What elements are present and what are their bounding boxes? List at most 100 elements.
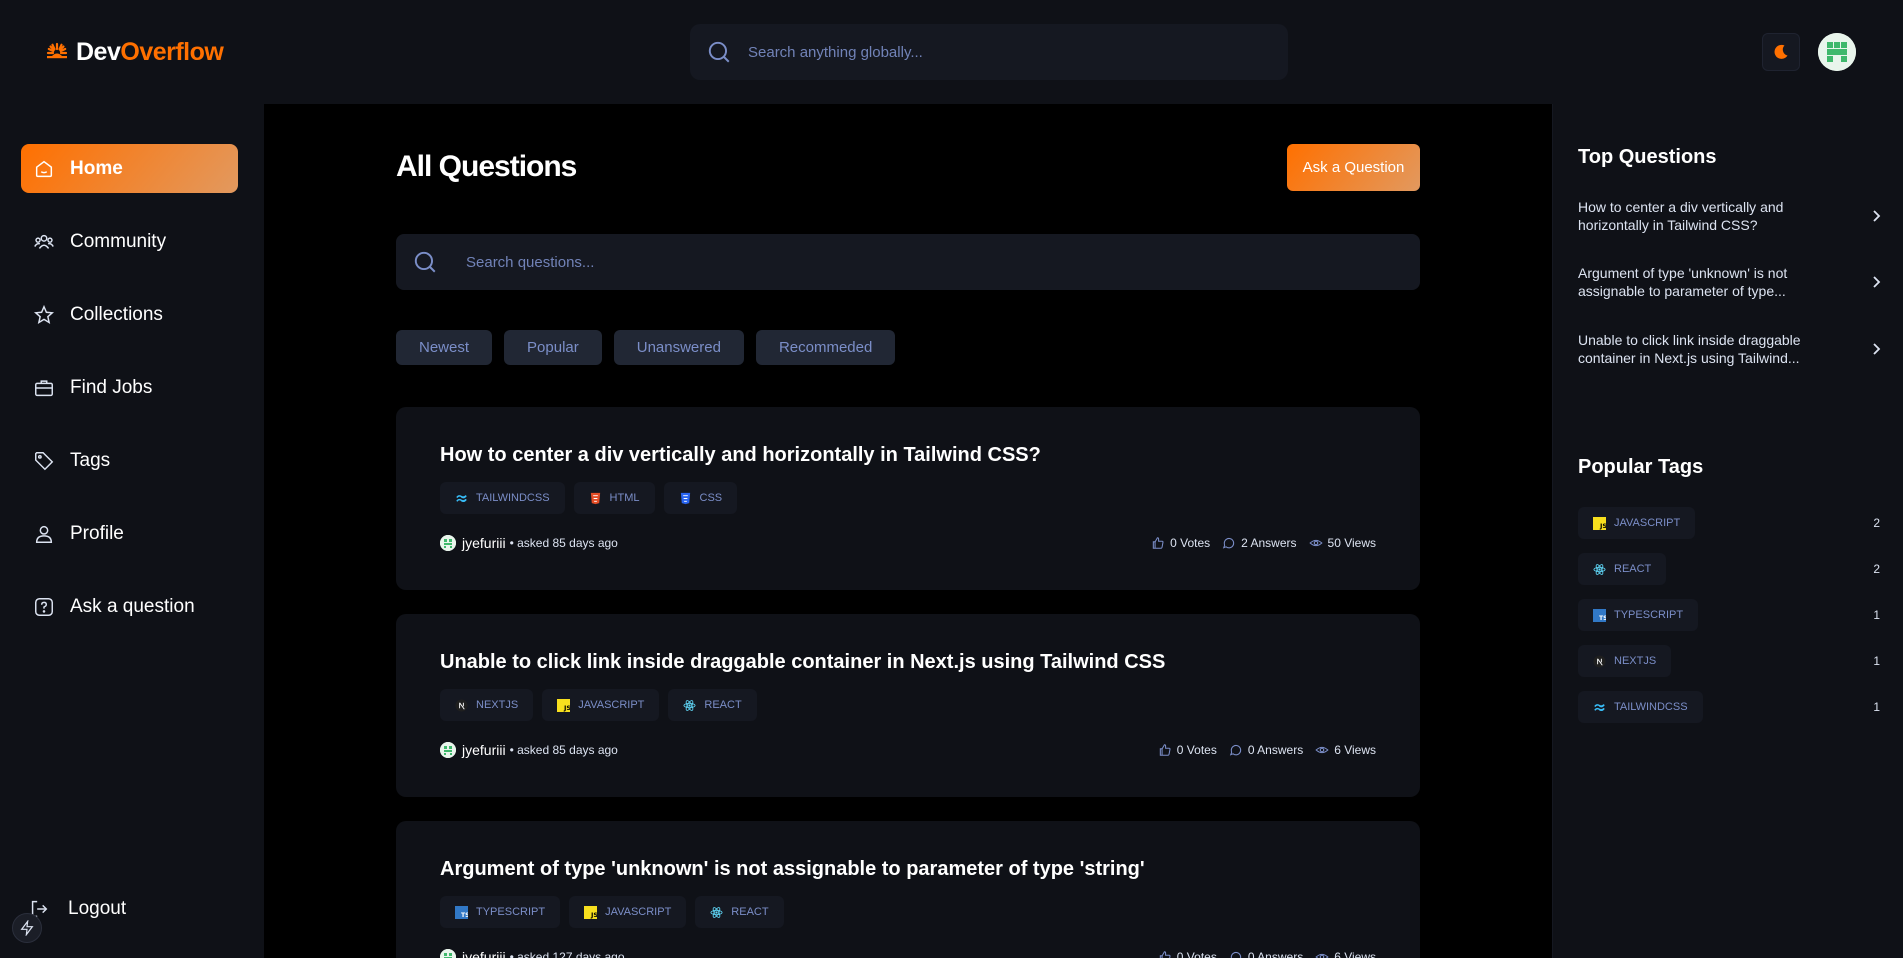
sidebar-item-home[interactable]: Home	[21, 144, 238, 193]
user-avatar[interactable]	[1818, 33, 1856, 71]
chevron-right-icon	[1873, 276, 1881, 288]
asked-time: • asked 127 days ago	[509, 950, 625, 958]
top-question-item[interactable]: Argument of type 'unknown' is not assign…	[1578, 264, 1884, 300]
question-author-meta: jyefuriii • asked 85 days ago	[440, 742, 618, 758]
ask-question-button[interactable]: Ask a Question	[1287, 144, 1420, 191]
tag-count: 1	[1873, 700, 1880, 714]
tag-chip[interactable]: REACT	[1578, 553, 1667, 585]
question-tags: NEXTJS JS JAVASCRIPT REACT	[440, 689, 757, 721]
typescript-icon: TS	[1593, 608, 1606, 622]
tag-chip[interactable]: CSS	[663, 482, 738, 514]
tag-chip[interactable]: HTML	[573, 482, 655, 514]
top-question-text: How to center a div vertically and horiz…	[1578, 199, 1784, 233]
top-question-text: Argument of type 'unknown' is not assign…	[1578, 265, 1788, 299]
search-icon	[414, 251, 436, 273]
question-search-bar[interactable]	[396, 234, 1420, 290]
filter-recommended[interactable]: Recommeded	[755, 330, 896, 365]
tag-label: REACT	[704, 699, 742, 711]
question-search-input[interactable]	[466, 253, 1286, 271]
sidebar-item-label: Ask a question	[70, 595, 195, 617]
tag-label: TYPESCRIPT	[1614, 609, 1684, 621]
filter-newest[interactable]: Newest	[396, 330, 493, 365]
tag-label: TYPESCRIPT	[476, 906, 546, 918]
asked-time: • asked 85 days ago	[509, 743, 618, 757]
question-author-meta: jyefuriii • asked 85 days ago	[440, 535, 618, 551]
views-stat: 6 Views	[1315, 950, 1376, 958]
svg-text:JS: JS	[1599, 522, 1606, 530]
answers-count: 2 Answers	[1241, 536, 1297, 550]
author-avatar[interactable]	[440, 742, 456, 758]
nextjs-icon	[455, 698, 468, 712]
logout-button[interactable]: Logout	[28, 898, 126, 920]
sidebar-item-ask-question[interactable]: Ask a question	[21, 582, 238, 631]
global-search-bar[interactable]	[690, 24, 1288, 80]
tag-label: HTML	[609, 492, 640, 504]
tag-chip[interactable]: TAILWINDCSS	[440, 482, 565, 514]
question-title[interactable]: Unable to click link inside draggable co…	[440, 651, 1165, 674]
question-stats: 0 Votes 0 Answers 6 Views	[1158, 950, 1376, 958]
tag-label: REACT	[1614, 563, 1652, 575]
tag-label: NEXTJS	[1614, 655, 1657, 667]
thumbs-up-icon	[1159, 951, 1171, 958]
eye-icon	[1315, 746, 1329, 754]
javascript-icon: JS	[557, 698, 571, 712]
tag-chip[interactable]: REACT	[695, 896, 784, 928]
filter-unanswered[interactable]: Unanswered	[613, 330, 744, 365]
author-name[interactable]: jyefuriii	[462, 535, 506, 551]
sidebar-item-find-jobs[interactable]: Find Jobs	[21, 363, 238, 412]
author-avatar[interactable]	[440, 949, 456, 958]
popular-tags-heading: Popular Tags	[1578, 456, 1704, 478]
top-questions-heading: Top Questions	[1578, 146, 1717, 168]
dev-tools-badge[interactable]	[12, 913, 42, 943]
logout-label: Logout	[68, 898, 127, 919]
tag-chip[interactable]: TAILWINDCSS	[1578, 691, 1703, 723]
tag-label: JAVASCRIPT	[1614, 517, 1681, 529]
answers-stat: 2 Answers	[1222, 536, 1297, 550]
css-icon	[680, 492, 690, 504]
sidebar-item-label: Collections	[70, 303, 163, 325]
question-title[interactable]: How to center a div vertically and horiz…	[440, 444, 1041, 467]
votes-stat: 0 Votes	[1158, 743, 1217, 757]
global-search-input[interactable]	[748, 43, 1227, 61]
sidebar-item-profile[interactable]: Profile	[21, 509, 238, 558]
tag-chip[interactable]: NEXTJS	[440, 689, 534, 721]
logo[interactable]: DevOverflow	[44, 38, 224, 67]
author-name[interactable]: jyefuriii	[462, 742, 506, 758]
sidebar-item-tags[interactable]: Tags	[21, 436, 238, 485]
sidebar-item-collections[interactable]: Collections	[21, 290, 238, 339]
comment-icon	[1223, 537, 1235, 549]
tag-chip[interactable]: JS JAVASCRIPT	[542, 689, 660, 721]
votes-count: 0 Votes	[1176, 743, 1217, 757]
tag-chip[interactable]: REACT	[668, 689, 757, 721]
avatar-identicon	[440, 535, 456, 551]
tag-label: CSS	[699, 492, 723, 504]
tag-label: TAILWINDCSS	[476, 492, 550, 504]
search-icon	[708, 41, 730, 63]
tag-chip[interactable]: TS TYPESCRIPT	[440, 896, 561, 928]
asked-time: • asked 85 days ago	[509, 536, 618, 550]
react-icon	[683, 699, 696, 711]
typescript-icon: TS	[455, 905, 468, 919]
react-icon	[710, 906, 723, 918]
top-question-text: Unable to click link inside draggable co…	[1578, 332, 1801, 366]
tag-chip[interactable]: JS JAVASCRIPT	[1578, 507, 1696, 539]
author-avatar[interactable]	[440, 535, 456, 551]
filter-popular[interactable]: Popular	[504, 330, 602, 365]
thumbs-up-icon	[1159, 744, 1171, 756]
theme-toggle-button[interactable]	[1762, 33, 1800, 71]
views-count: 6 Views	[1334, 950, 1376, 958]
tag-count: 1	[1873, 654, 1880, 668]
question-title[interactable]: Argument of type 'unknown' is not assign…	[440, 858, 1145, 881]
author-name[interactable]: jyefuriii	[462, 949, 506, 958]
tag-chip[interactable]: NEXTJS	[1578, 645, 1672, 677]
question-author-meta: jyefuriii • asked 127 days ago	[440, 949, 625, 958]
top-question-item[interactable]: How to center a div vertically and horiz…	[1578, 198, 1884, 234]
question-icon	[35, 597, 53, 616]
answers-stat: 0 Answers	[1229, 950, 1303, 958]
tag-chip[interactable]: TS TYPESCRIPT	[1578, 599, 1699, 631]
tag-chip[interactable]: JS JAVASCRIPT	[569, 896, 687, 928]
logo-overflow-text: Overflow	[120, 38, 224, 66]
eye-icon	[1308, 539, 1323, 547]
sidebar-item-community[interactable]: Community	[21, 217, 238, 266]
top-question-item[interactable]: Unable to click link inside draggable co…	[1578, 331, 1884, 367]
